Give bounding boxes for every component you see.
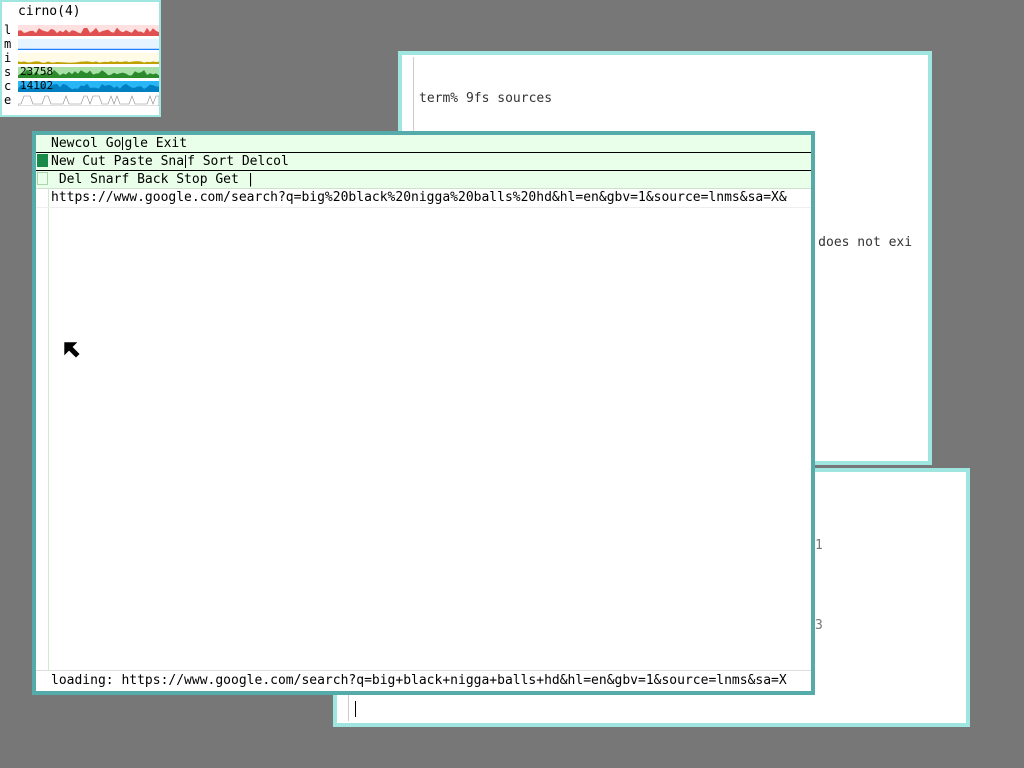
gauge-label: l — [4, 23, 12, 37]
gauge-label: m — [4, 37, 12, 51]
mouse-pointer-icon — [64, 342, 80, 358]
gauge-label: c — [4, 79, 12, 93]
window-tag-text[interactable]: Del Snarf Back Stop Get | — [51, 171, 262, 188]
gauge-trace — [18, 95, 159, 106]
column-layout-box[interactable] — [37, 154, 48, 167]
gauge-trace — [18, 48, 159, 50]
stats-gauge-l: l — [4, 24, 159, 37]
gauge-trace — [18, 27, 159, 36]
gauge-graph — [18, 39, 159, 50]
terminal-fragment: 1 — [815, 538, 823, 553]
acme-window[interactable]: Newcol Go gle Exit New Cut Paste Sna f Sor… — [32, 131, 815, 695]
gauge-graph: 14102 — [18, 81, 159, 92]
gauge-trace — [18, 61, 159, 64]
gauge-label: s — [4, 65, 12, 79]
column-tag-text[interactable]: New Cut Paste Sna f Sort Delcol — [51, 153, 289, 170]
column-tag[interactable]: New Cut Paste Sna f Sort Delcol — [36, 153, 811, 172]
window-body[interactable] — [36, 189, 811, 691]
stats-gauge-m: m — [4, 38, 159, 51]
stats-title: cirno(4) — [18, 4, 81, 19]
row-tag-text[interactable]: Newcol Go gle Exit — [51, 135, 187, 152]
terminal-line: term% 9fs sources — [419, 91, 553, 106]
gauge-graph — [18, 53, 159, 64]
text-cursor — [354, 701, 357, 717]
window-tag[interactable]: Del Snarf Back Stop Get | — [36, 171, 811, 189]
stats-gauge-e: e — [4, 94, 159, 107]
gauge-graph: 23758 — [18, 67, 159, 78]
status-line[interactable]: loading: https://www.google.com/search?q… — [36, 670, 811, 691]
gauge-graph — [18, 25, 159, 36]
stats-gauge-s: s 23758 — [4, 66, 159, 79]
window-scrollbar[interactable] — [36, 189, 49, 691]
stats-window: cirno(4) l m i s 23758 c 14102 e — [0, 0, 161, 117]
gauge-graph — [18, 95, 159, 106]
gauge-value: 14102 — [20, 81, 54, 92]
gauge-value: 23758 — [20, 67, 54, 78]
terminal-fragment: 3 — [815, 618, 823, 633]
gauge-label: e — [4, 93, 12, 107]
stats-gauge-c: c 14102 — [4, 80, 159, 93]
gauge-label: i — [4, 51, 12, 65]
tag-cursor — [185, 155, 187, 168]
url-line[interactable]: https://www.google.com/search?q=big%20bl… — [36, 189, 811, 208]
window-layout-box[interactable] — [37, 172, 48, 185]
row-tag[interactable]: Newcol Go gle Exit — [36, 135, 811, 154]
stats-gauge-i: i — [4, 52, 159, 65]
